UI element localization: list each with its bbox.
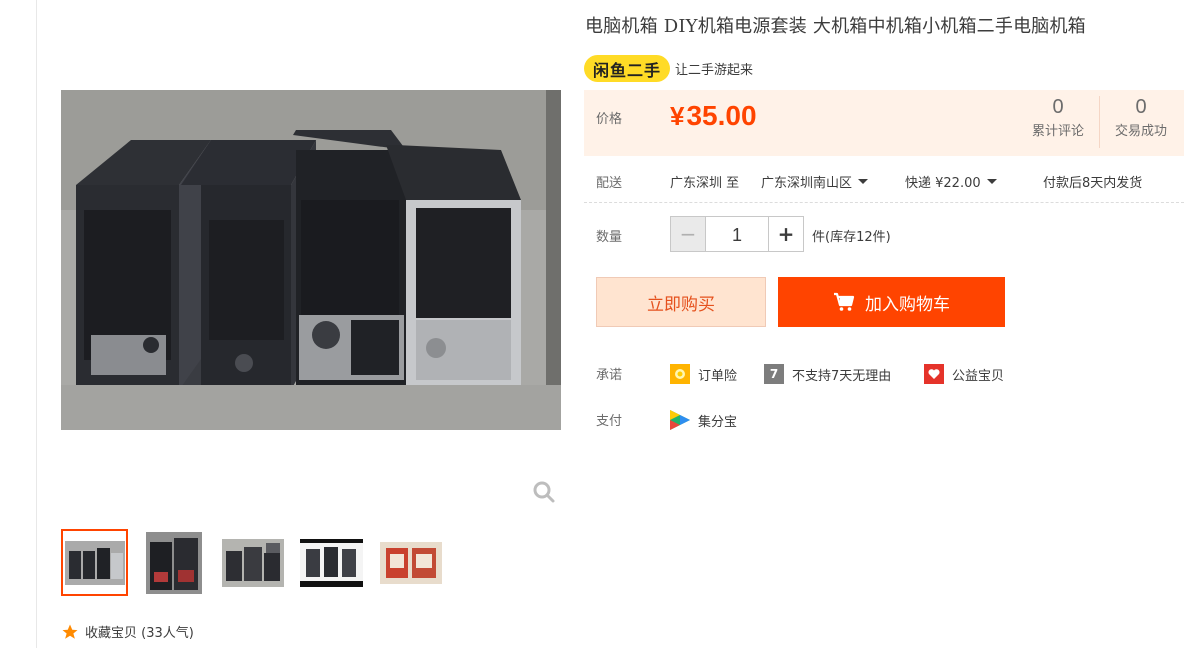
thumbnail-1[interactable] [61, 529, 128, 596]
jifenbao-icon [670, 410, 690, 430]
xianyu-badge-row: 闲鱼二手 让二手游起来 [584, 55, 753, 82]
ship-to-select[interactable]: 广东深圳南山区 [761, 172, 869, 191]
main-product-image[interactable] [61, 90, 561, 430]
favorite-button[interactable]: 收藏宝贝 (33人气) [61, 622, 194, 641]
star-icon [62, 624, 78, 639]
shipping-label: 配送 [596, 176, 623, 191]
promise-item-order-insurance[interactable]: 订单险 [670, 364, 737, 384]
thumbnail-5[interactable] [377, 529, 444, 596]
seven-day-icon: 7 [764, 364, 784, 384]
xianyu-slogan: 让二手游起来 [675, 63, 754, 78]
quantity-label: 数量 [596, 230, 623, 245]
add-to-cart-label: 加入购物车 [865, 294, 950, 315]
price-amount: 35.00 [686, 100, 757, 131]
stock-note: 件(库存12件) [812, 230, 891, 245]
delivery-note: 付款后8天内发货 [1043, 176, 1143, 191]
shipping-row: 配送 广东深圳 至 广东深圳南山区 快递 ¥22.00 付款后8天内发货 [584, 168, 1184, 203]
charity-heart-icon [924, 364, 944, 384]
chevron-down-icon [986, 179, 997, 184]
promise-item-label: 不支持7天无理由 [792, 368, 892, 384]
promise-item-no-7day[interactable]: 7 不支持7天无理由 [764, 364, 891, 384]
ship-method-value: 快递 ¥22.00 [905, 176, 981, 191]
reviews-count: 0 [1052, 96, 1064, 118]
reviews-label: 累计评论 [1031, 124, 1084, 139]
currency-symbol: ¥ [670, 101, 685, 131]
price-label: 价格 [596, 112, 623, 127]
search-icon[interactable] [532, 480, 556, 504]
product-title: 电脑机箱 DIY机箱电源套装 大机箱中机箱小机箱二手电脑机箱 [585, 16, 1086, 37]
promise-item-charity[interactable]: 公益宝贝 [924, 364, 1004, 384]
buy-now-button[interactable]: 立即购买 [596, 277, 766, 327]
ship-from: 广东深圳 至 [670, 176, 740, 191]
chevron-down-icon [858, 179, 869, 184]
order-insurance-icon [670, 364, 690, 384]
ship-method-select[interactable]: 快递 ¥22.00 [905, 172, 997, 191]
promise-item-label: 公益宝贝 [952, 368, 1005, 384]
sales-label: 交易成功 [1114, 124, 1167, 139]
product-photo [61, 90, 561, 430]
thumbnail-strip [61, 529, 444, 596]
promise-item-label: 订单险 [698, 368, 738, 384]
ship-to-value: 广东深圳南山区 [761, 176, 853, 191]
quantity-stepper: − + [670, 216, 804, 252]
reviews-stat[interactable]: 0 累计评论 [1026, 96, 1090, 139]
cart-icon [834, 292, 855, 311]
sales-count: 0 [1135, 96, 1147, 118]
price-panel: 价格 ¥35.00 0 累计评论 0 交易成功 [584, 90, 1184, 156]
add-to-cart-button[interactable]: 加入购物车 [778, 277, 1005, 327]
promise-row: 承诺 订单险 7 不支持7天无理由 公益宝贝 [596, 364, 1195, 386]
stat-divider [1099, 96, 1100, 148]
sales-stat: 0 交易成功 [1108, 96, 1174, 139]
thumbnail-3[interactable] [219, 529, 286, 596]
thumbnail-2[interactable] [140, 529, 207, 596]
left-divider [36, 0, 37, 648]
favorite-label: 收藏宝贝 (33人气) [85, 626, 194, 641]
increase-button[interactable]: + [768, 216, 804, 252]
thumbnail-4[interactable] [298, 529, 365, 596]
payment-label: 支付 [596, 414, 623, 429]
quantity-input[interactable] [706, 216, 768, 252]
decrease-button[interactable]: − [670, 216, 706, 252]
xianyu-badge: 闲鱼二手 [584, 55, 671, 82]
price-value: ¥35.00 [670, 100, 757, 132]
promise-label: 承诺 [596, 368, 623, 383]
payment-item-label: 集分宝 [698, 414, 738, 430]
payment-item-jifenbao[interactable]: 集分宝 [670, 410, 737, 430]
payment-row: 支付 集分宝 [596, 410, 1195, 432]
